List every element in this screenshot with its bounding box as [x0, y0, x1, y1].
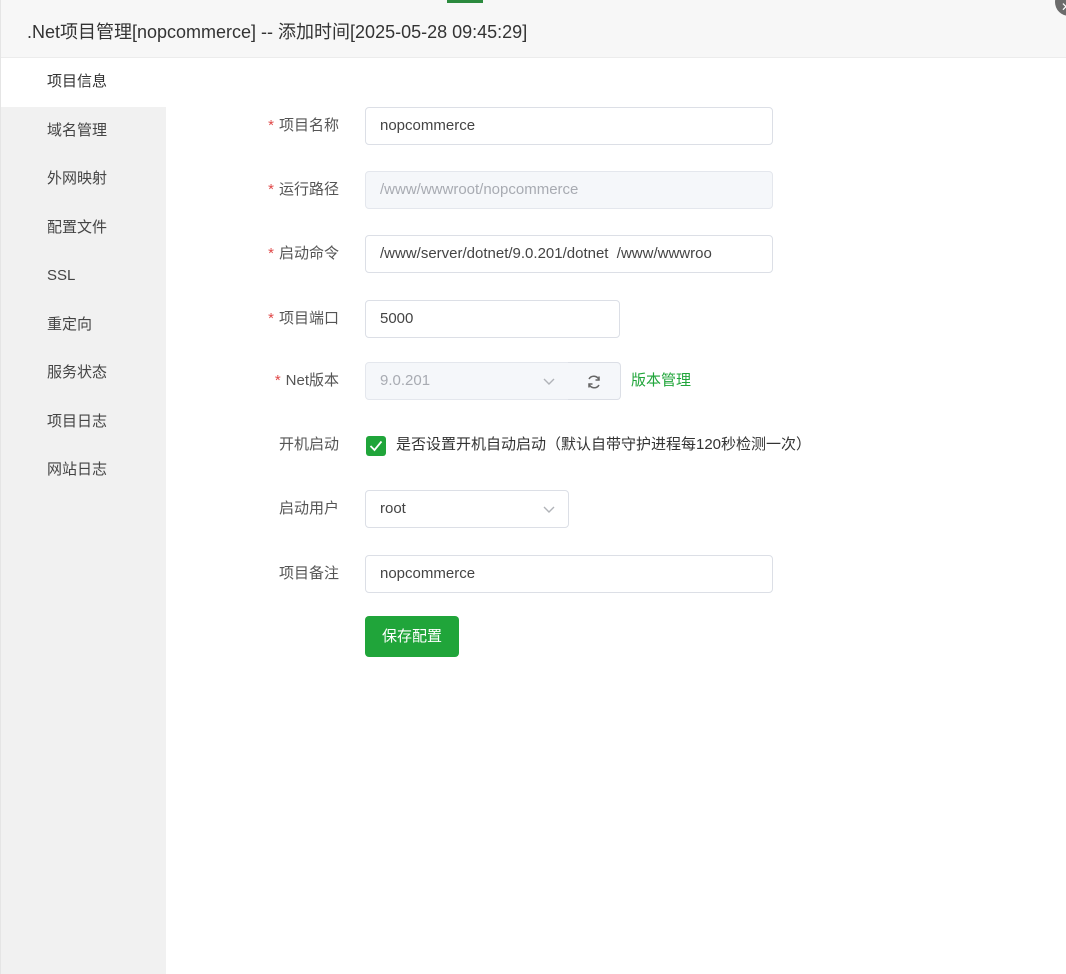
- start-user-select[interactable]: root: [365, 490, 569, 528]
- project-note-input[interactable]: nopcommerce: [365, 555, 773, 593]
- net-version-select: 9.0.201: [365, 362, 569, 400]
- project-port-label: * 项目端口: [268, 310, 339, 327]
- required-mark: *: [268, 117, 274, 134]
- net-version-label: * Net版本: [274, 372, 339, 389]
- chevron-down-icon: [543, 378, 555, 385]
- net-version-value: 9.0.201: [380, 372, 431, 389]
- sidebar-item-label: 服务状态: [47, 364, 108, 381]
- autostart-description: 是否设置开机自动启动（默认自带守护进程每120秒检测一次）: [396, 436, 812, 453]
- run-path-input: /www/wwwroot/nopcommerce: [365, 171, 773, 209]
- row-net-version: * Net版本 9.0.201 版本管理: [166, 362, 1066, 402]
- sidebar-item-label: 项目信息: [47, 73, 108, 90]
- sidebar-item-label: 配置文件: [47, 218, 108, 236]
- titlebar-accent: [447, 0, 483, 3]
- sidebar-item-label: SSL: [47, 267, 76, 284]
- sidebar-item-label: 重定向: [47, 315, 93, 333]
- save-config-button[interactable]: 保存配置: [365, 616, 459, 657]
- project-info-form: * 项目名称 nopcommerce * 运行路径 /www/wwwroot/nop…: [166, 58, 1066, 974]
- run-path-label: * 运行路径: [268, 181, 339, 198]
- row-start-user: 启动用户 root: [166, 490, 1066, 530]
- start-user-value: root: [380, 500, 406, 517]
- close-icon: ✕: [1061, 1, 1066, 13]
- row-start-command: * 启动命令 /www/server/dotnet/9.0.201/dotnet …: [166, 235, 1066, 275]
- refresh-icon: [588, 375, 600, 389]
- sidebar-item-label: 外网映射: [47, 170, 108, 187]
- check-icon: [369, 440, 383, 452]
- sidebar-item-project-info[interactable]: 项目信息: [1, 58, 166, 107]
- refresh-button[interactable]: [568, 362, 621, 400]
- sidebar-item-ssl[interactable]: SSL: [1, 252, 166, 301]
- sidebar-item-site-log[interactable]: 网站日志: [1, 446, 166, 495]
- required-mark: *: [268, 245, 274, 262]
- required-mark: *: [274, 372, 281, 389]
- sidebar-item-domain-management[interactable]: 域名管理: [1, 107, 166, 156]
- project-note-label: 项目备注: [278, 565, 339, 582]
- sidebar-item-external-mapping[interactable]: 外网映射: [1, 155, 166, 204]
- project-settings-dialog: .Net项目管理[nopcommerce] -- 添加时间[2025-05-28…: [0, 0, 1066, 974]
- project-name-label: * 项目名称: [268, 117, 339, 134]
- row-autostart: 开机启动 是否设置开机自动启动（默认自带守护进程每120秒检测一次）: [166, 426, 1066, 466]
- version-management-link[interactable]: 版本管理: [631, 362, 691, 400]
- sidebar-item-label: 域名管理: [47, 121, 108, 139]
- row-run-path: * 运行路径 /www/wwwroot/nopcommerce: [166, 171, 1066, 211]
- required-mark: *: [268, 181, 274, 198]
- autostart-label: 开机启动: [278, 436, 339, 453]
- chevron-down-icon: [543, 506, 555, 513]
- row-project-port: * 项目端口 5000: [166, 300, 1066, 340]
- start-user-label: 启动用户: [278, 500, 339, 517]
- project-port-input[interactable]: 5000: [365, 300, 620, 338]
- sidebar-item-project-log[interactable]: 项目日志: [1, 398, 166, 447]
- dialog-titlebar: .Net项目管理[nopcommerce] -- 添加时间[2025-05-28…: [1, 0, 1066, 58]
- start-command-input[interactable]: /www/server/dotnet/9.0.201/dotnet /www/w…: [365, 235, 773, 273]
- sidebar-item-config-file[interactable]: 配置文件: [1, 204, 166, 253]
- sidebar-item-service-status[interactable]: 服务状态: [1, 349, 166, 398]
- dialog-title: .Net项目管理[nopcommerce] -- 添加时间[2025-05-28…: [27, 22, 528, 42]
- start-command-label: * 启动命令: [268, 245, 339, 262]
- required-mark: *: [268, 310, 274, 327]
- sidebar-item-redirect[interactable]: 重定向: [1, 301, 166, 350]
- row-project-note: 项目备注 nopcommerce: [166, 555, 1066, 595]
- autostart-checkbox[interactable]: [366, 436, 386, 456]
- sidebar-item-label: 项目日志: [47, 412, 108, 430]
- sidebar: 项目信息 域名管理 外网映射 配置文件 SSL 重定向 服务状态 项目日志 网站…: [1, 58, 166, 974]
- sidebar-item-label: 网站日志: [47, 461, 108, 478]
- project-name-input[interactable]: nopcommerce: [365, 107, 773, 145]
- row-project-name: * 项目名称 nopcommerce: [166, 107, 1066, 147]
